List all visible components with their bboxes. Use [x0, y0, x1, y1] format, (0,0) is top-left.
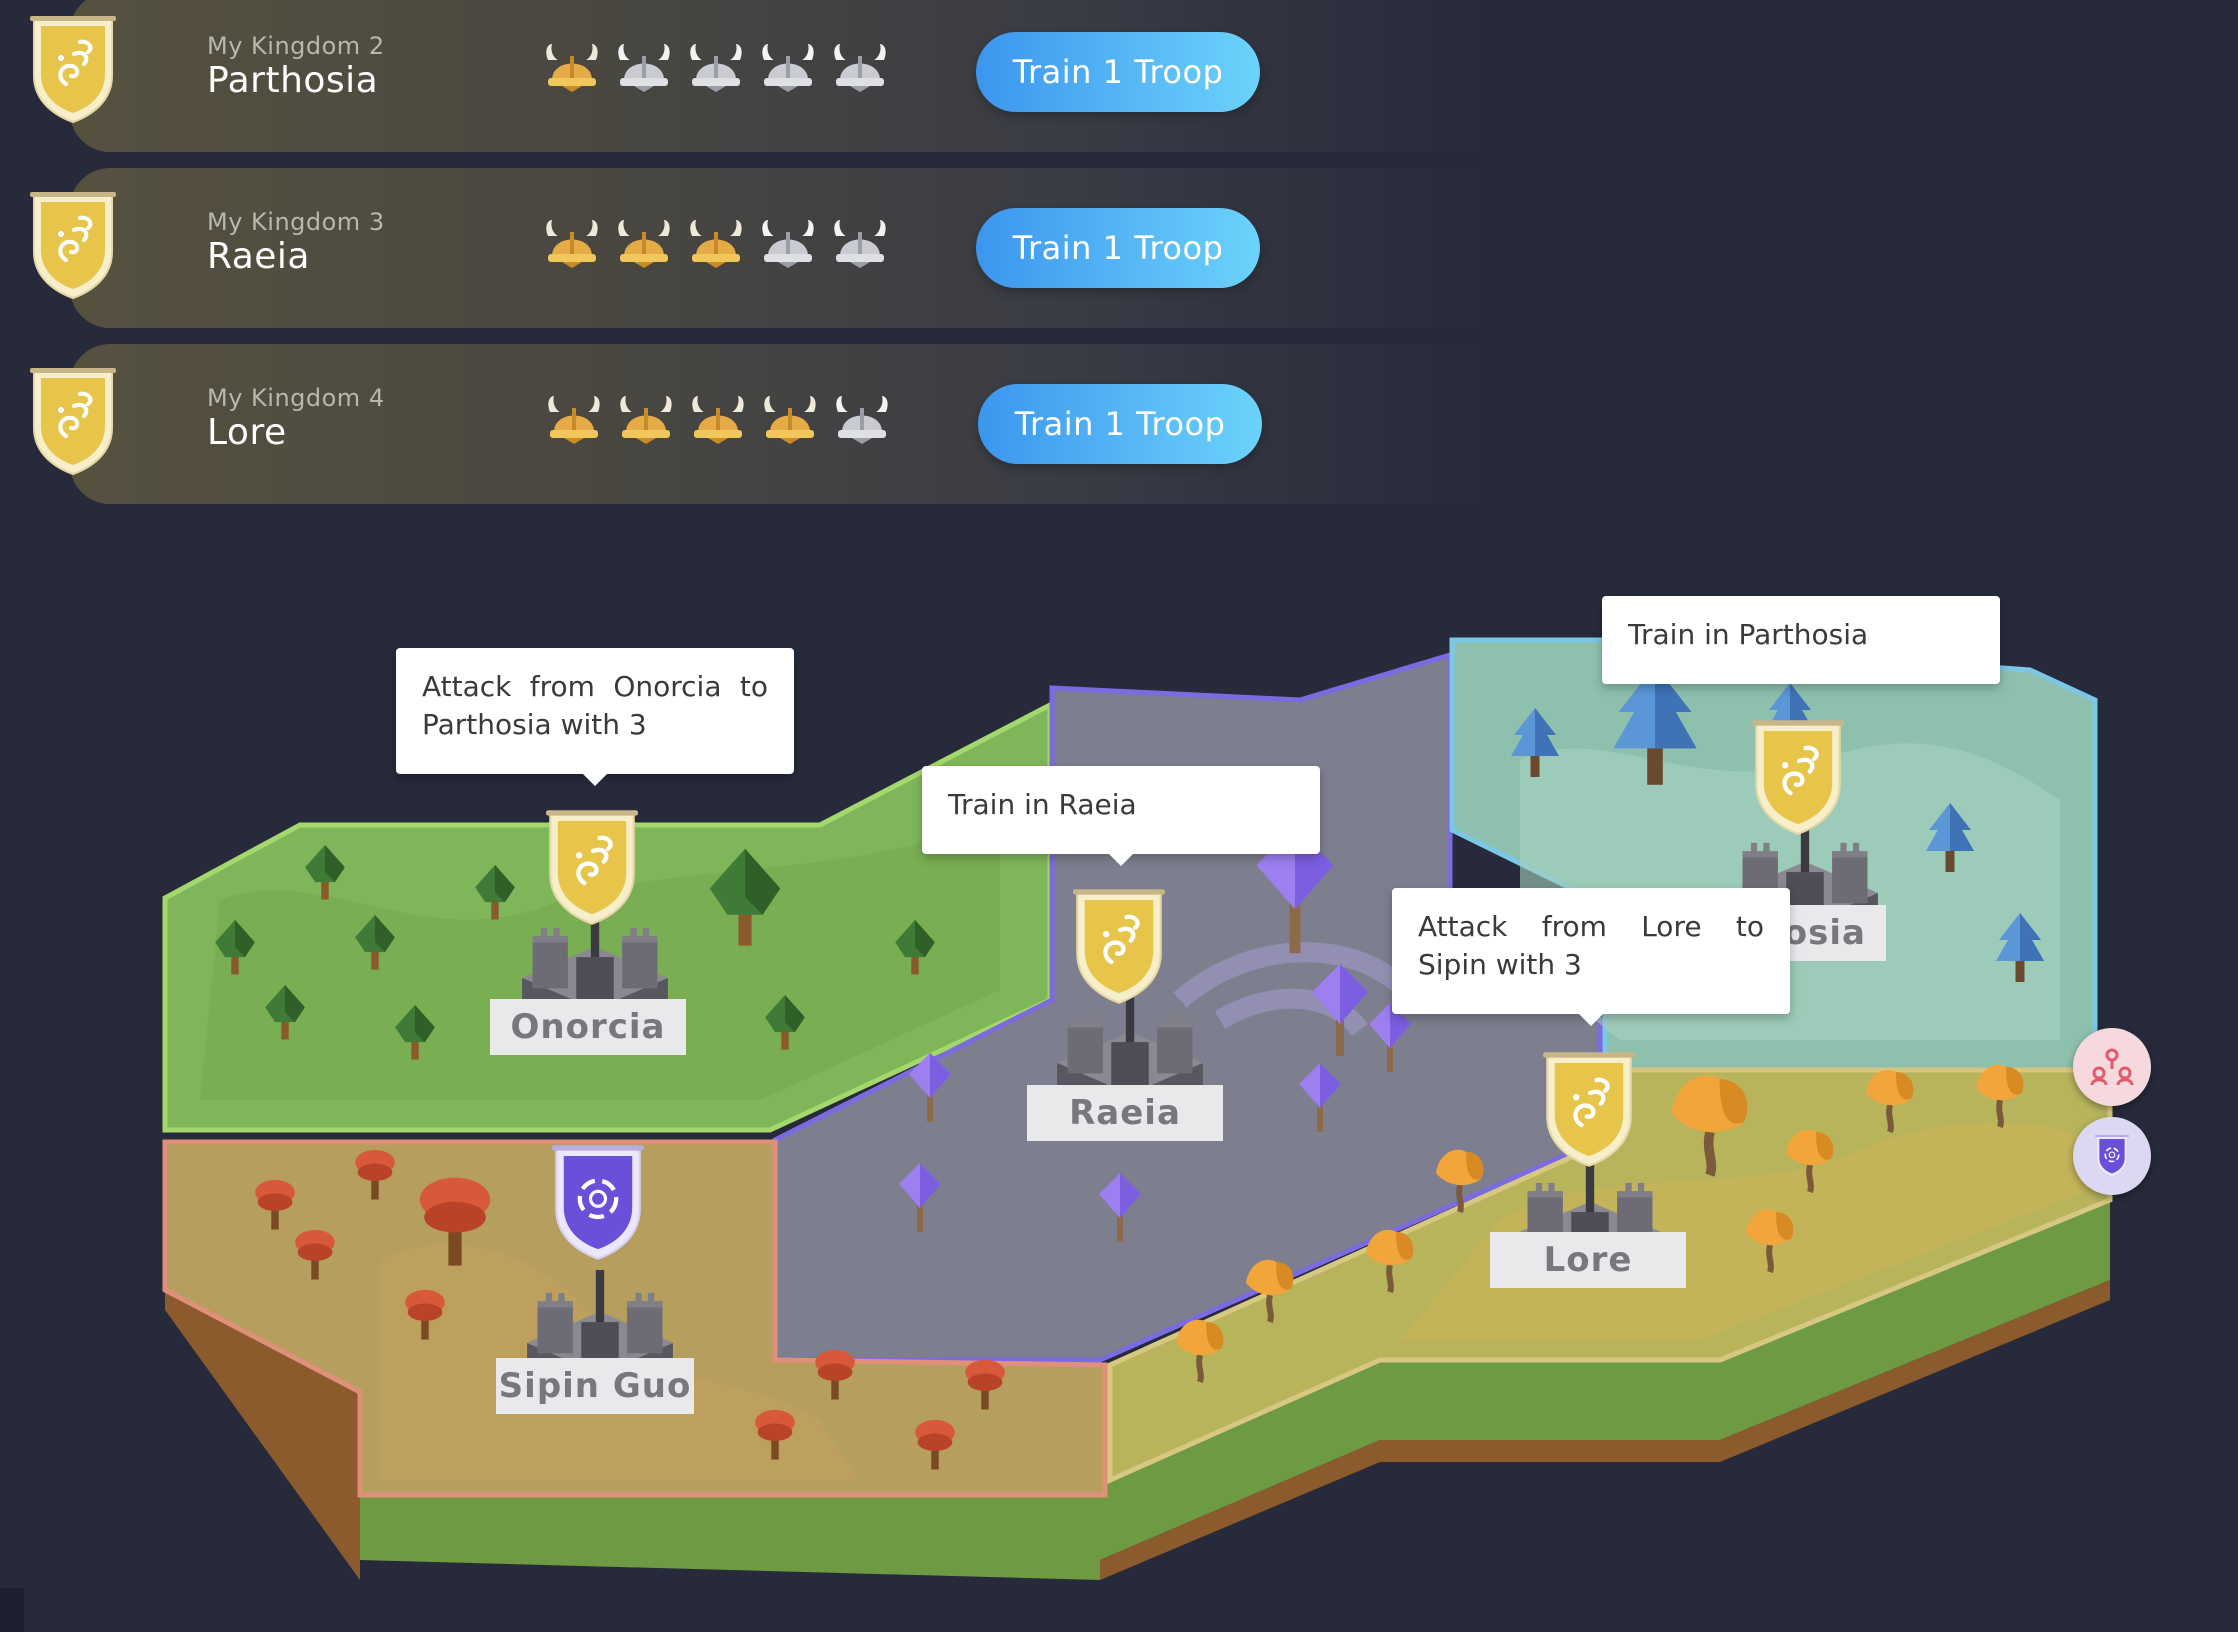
alliance-button[interactable]	[2073, 1028, 2151, 1106]
tooltip-text: Train in Parthosia	[1628, 618, 1869, 651]
tooltip-text: Attack from Lore to Sipin with 3	[1418, 910, 1764, 981]
tooltip-text: Attack from Onorcia to Parthosia with 3	[422, 670, 768, 741]
corner-marker	[0, 1588, 24, 1632]
region-label-sipin-guo: Sipin Guo	[476, 1358, 714, 1418]
tooltip-attack-lore: Attack from Lore to Sipin with 3	[1392, 888, 1790, 1026]
region-label-onorcia: Onorcia	[470, 999, 706, 1059]
tooltip-attack-onorcia: Attack from Onorcia to Parthosia with 3	[396, 648, 794, 786]
purple-shield-icon	[2095, 1134, 2129, 1178]
region-label-lore: Lore	[1470, 1232, 1706, 1292]
region-label-raeia: Raeia	[1007, 1085, 1243, 1145]
tooltip-train-raeia: Train in Raeia	[922, 766, 1320, 866]
tooltip-train-parthosia: Train in Parthosia	[1602, 596, 2000, 684]
tooltip-text: Train in Raeia	[948, 788, 1137, 821]
alliance-icon	[2090, 1048, 2134, 1086]
kingdom-emblem-button[interactable]	[2073, 1117, 2151, 1195]
